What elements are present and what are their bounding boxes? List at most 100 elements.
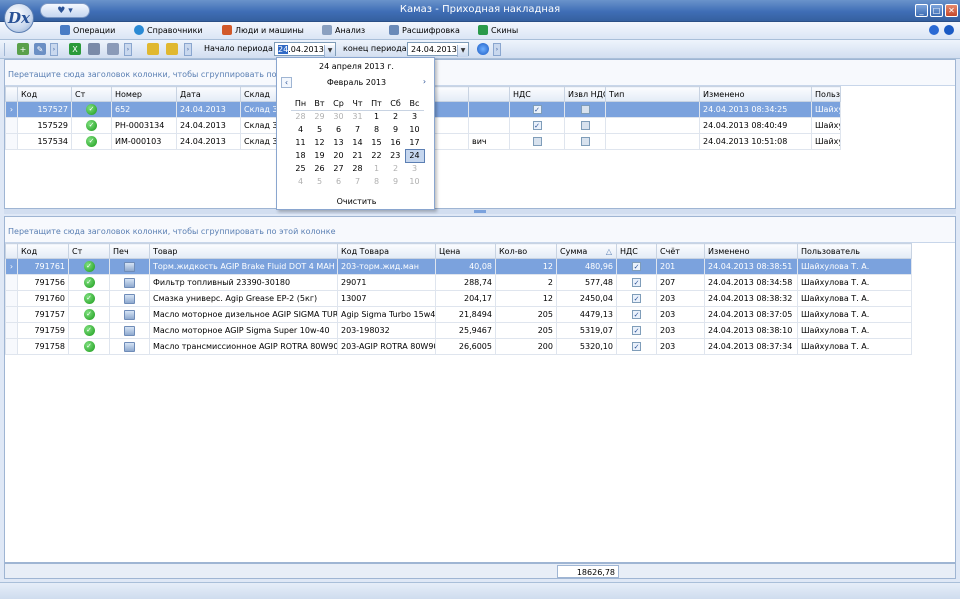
calendar-day[interactable]: 3 [405, 162, 424, 175]
calendar-day[interactable]: 6 [329, 123, 348, 136]
table-row[interactable]: 791757 ✓ Масло моторное дизельное AGIP S… [5, 306, 912, 323]
folder-open-icon[interactable] [147, 43, 159, 55]
calendar-day[interactable]: 13 [329, 136, 348, 149]
menu-people-cars[interactable]: Люди и машины [222, 25, 304, 35]
column-header[interactable]: Цена [435, 243, 496, 259]
refresh-icon[interactable] [477, 43, 489, 55]
calendar-day[interactable]: 8 [367, 175, 386, 188]
column-header[interactable]: Номер [111, 86, 177, 102]
calendar-day[interactable]: 5 [310, 175, 329, 188]
checkbox-icon[interactable]: ✓ [632, 278, 641, 287]
calendar-day[interactable]: 25 [291, 162, 310, 175]
menu-directories[interactable]: Справочники [134, 25, 203, 35]
column-header[interactable]: Код [17, 243, 69, 259]
calendar-month[interactable]: Февраль 2013 [277, 78, 436, 87]
checkbox-icon[interactable] [580, 137, 590, 146]
calendar-day[interactable]: 2 [386, 162, 405, 175]
column-header[interactable]: Код [17, 86, 72, 102]
column-header[interactable]: Товар [149, 243, 338, 259]
column-header[interactable]: Изменено [704, 243, 798, 259]
calendar-day[interactable]: 31 [348, 110, 367, 123]
checkbox-icon[interactable]: ✓ [632, 342, 641, 351]
calendar-day[interactable]: 30 [329, 110, 348, 123]
info-icon[interactable] [944, 25, 954, 35]
chevron-right-icon[interactable]: › [419, 77, 430, 88]
table-row[interactable]: 791760 ✓ Смазка универс. Agip Grease EP-… [5, 290, 912, 307]
calendar-day[interactable]: 4 [291, 175, 310, 188]
cell-extract-vat[interactable] [564, 101, 606, 118]
calendar-day[interactable]: 16 [386, 136, 405, 149]
calendar-day[interactable]: 10 [405, 175, 424, 188]
calendar-day[interactable]: 15 [367, 136, 386, 149]
table-row[interactable]: 791759 ✓ Масло моторное AGIP Sigma Super… [5, 322, 912, 339]
edit-icon[interactable]: ✎ [34, 43, 46, 55]
cell-vat[interactable]: ✓ [509, 101, 565, 118]
splitter-grip[interactable] [474, 210, 486, 213]
group-panel-hint[interactable]: Перетащите сюда заголовок колонки, чтобы… [5, 217, 955, 243]
calendar-day[interactable]: 7 [348, 175, 367, 188]
calendar-clear-button[interactable]: Очистить [277, 197, 436, 206]
app-logo[interactable]: Dx [4, 3, 34, 33]
calendar-day[interactable]: 22 [367, 149, 386, 162]
calendar-today[interactable]: 24 апреля 2013 г. [277, 62, 436, 71]
new-document-icon[interactable]: + [17, 43, 29, 55]
table-row[interactable]: 791756 ✓ Фильтр топливный 23390-30180 29… [5, 274, 912, 291]
column-header[interactable]: Дата [176, 86, 241, 102]
cell-vat[interactable]: ✓ [616, 322, 657, 339]
print-icon[interactable] [88, 43, 100, 55]
folder-icon[interactable] [166, 43, 178, 55]
column-header[interactable]: НДС [616, 243, 657, 259]
toolbar-more-2[interactable]: › [124, 43, 132, 56]
column-header[interactable]: Тип [605, 86, 700, 102]
checkbox-icon[interactable] [580, 121, 590, 130]
column-header[interactable]: Код Товара [337, 243, 436, 259]
column-header[interactable]: Пользователь [797, 243, 912, 259]
checkbox-icon[interactable]: ✓ [632, 294, 641, 303]
calendar-day[interactable]: 1 [367, 162, 386, 175]
checkbox-icon[interactable] [580, 105, 590, 114]
column-header[interactable]: НДС [509, 86, 565, 102]
calendar-day[interactable]: 12 [310, 136, 329, 149]
calendar-day[interactable]: 8 [367, 123, 386, 136]
checkbox-icon[interactable] [532, 137, 542, 146]
excel-icon[interactable]: X [69, 43, 81, 55]
calendar-day[interactable]: 20 [329, 149, 348, 162]
calendar-day[interactable]: 17 [405, 136, 424, 149]
calendar-day[interactable]: 7 [348, 123, 367, 136]
calendar-day[interactable]: 5 [310, 123, 329, 136]
chevron-down-icon[interactable]: ▼ [324, 45, 335, 57]
checkbox-icon[interactable]: ✓ [632, 326, 641, 335]
column-header-sum[interactable]: Сумма △ [556, 243, 617, 259]
print-preview-icon[interactable] [107, 43, 119, 55]
minimize-button[interactable]: _ [915, 4, 928, 17]
calendar-day[interactable]: 23 [386, 149, 405, 162]
calendar-day[interactable]: 21 [348, 149, 367, 162]
calendar-day[interactable]: 14 [348, 136, 367, 149]
menu-skins[interactable]: Скины [478, 25, 518, 35]
checkbox-icon[interactable]: ✓ [532, 105, 542, 114]
toolbar-more-1[interactable]: › [50, 43, 58, 56]
calendar-day[interactable]: 18 [291, 149, 310, 162]
calendar-day[interactable]: 9 [386, 175, 405, 188]
menu-decoding[interactable]: Расшифровка [389, 25, 460, 35]
column-header[interactable]: Кол-во [495, 243, 557, 259]
toolbar-more-4[interactable]: › [493, 43, 501, 56]
period-end-field[interactable]: 24.04.2013 ▼ [407, 42, 469, 57]
cell-vat[interactable]: ✓ [616, 258, 657, 275]
checkbox-icon[interactable]: ✓ [532, 121, 542, 130]
cell-vat[interactable]: ✓ [509, 117, 565, 134]
column-header[interactable]: Печ [109, 243, 150, 259]
calendar-day[interactable]: 29 [310, 110, 329, 123]
checkbox-icon[interactable]: ✓ [632, 262, 641, 271]
column-header[interactable]: Счёт [656, 243, 705, 259]
help-icon[interactable] [929, 25, 939, 35]
calendar-day[interactable]: 28 [348, 162, 367, 175]
column-header[interactable]: Извл НДС [564, 86, 606, 102]
cell-extract-vat[interactable] [564, 117, 606, 134]
column-header[interactable] [468, 86, 510, 102]
checkbox-icon[interactable]: ✓ [632, 310, 641, 319]
table-row[interactable]: › 791761 ✓ Торм.жидкость AGIP Brake Flui… [5, 258, 912, 275]
cell-vat[interactable]: ✓ [616, 306, 657, 323]
calendar-day[interactable]: 9 [386, 123, 405, 136]
calendar-day[interactable]: 27 [329, 162, 348, 175]
